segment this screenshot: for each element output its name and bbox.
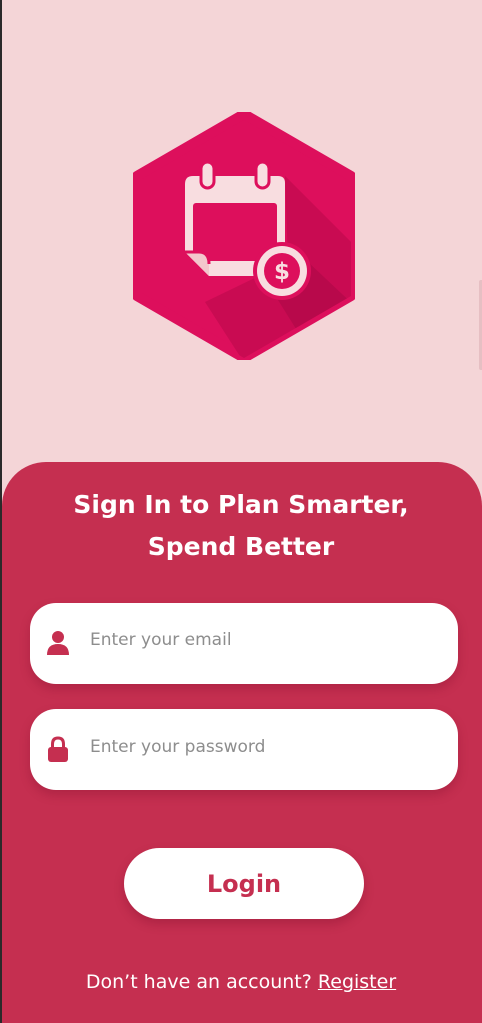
user-icon <box>47 631 69 655</box>
register-link[interactable]: Register <box>318 971 396 993</box>
email-field[interactable] <box>30 603 458 684</box>
calendar-dollar-icon: $ <box>133 112 355 360</box>
register-prompt-text: Don’t have an account? <box>85 971 312 993</box>
register-prompt: Don’t have an account? Register <box>0 968 482 996</box>
svg-text:$: $ <box>274 259 290 285</box>
app-logo: $ <box>133 112 355 360</box>
title-line-2: Spend Better <box>147 532 335 561</box>
title-line-1: Sign In to Plan Smarter, <box>73 490 409 519</box>
email-input[interactable] <box>90 603 440 677</box>
password-input[interactable] <box>90 709 440 785</box>
password-field[interactable] <box>30 709 458 790</box>
login-button[interactable]: Login <box>124 848 364 919</box>
page-title: Sign In to Plan Smarter, Spend Better <box>0 484 482 568</box>
lock-icon <box>48 736 68 762</box>
